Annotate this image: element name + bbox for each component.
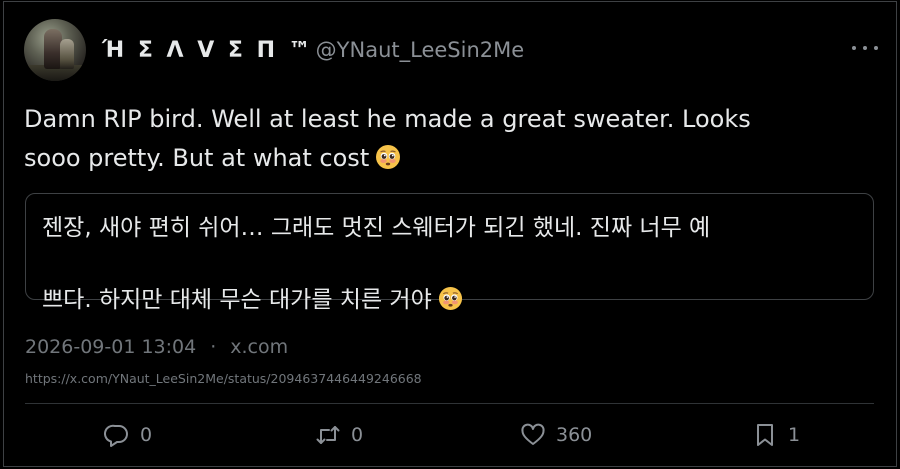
pleading-face-emoji bbox=[438, 247, 463, 323]
user-handle[interactable]: @YNaut_LeeSin2Me bbox=[316, 38, 525, 62]
more-dot bbox=[852, 46, 856, 50]
reply-icon bbox=[104, 424, 128, 447]
avatar-figure-2 bbox=[60, 39, 74, 69]
tweet-text-line-2-wrap: sooo pretty. But at what cost bbox=[24, 139, 884, 182]
tweet-text-line-1: Damn RIP bird. Well at least he made a g… bbox=[24, 105, 751, 133]
tweet-source: x.com bbox=[230, 336, 289, 358]
reply-count: 0 bbox=[140, 424, 153, 446]
more-dot bbox=[874, 46, 878, 50]
retweet-button[interactable]: 0 bbox=[315, 422, 363, 448]
tweet-meta: 2026-09-01 13:04 · x.com bbox=[25, 336, 288, 358]
translation-content: 젠장, 새야 편히 쉬어… 그래도 멋진 스웨터가 되긴 했네. 진짜 너무 예… bbox=[42, 215, 711, 313]
divider bbox=[25, 403, 874, 404]
more-dot bbox=[863, 46, 867, 50]
bookmark-button[interactable]: 1 bbox=[752, 422, 800, 448]
tweet-text: Damn RIP bird. Well at least he made a g… bbox=[24, 100, 884, 182]
retweet-icon bbox=[316, 426, 340, 444]
translation-box: 젠장, 새야 편히 쉬어… 그래도 멋진 스웨터가 되긴 했네. 진짜 너무 예… bbox=[25, 193, 874, 313]
meta-separator: · bbox=[210, 336, 217, 358]
tweet-datetime[interactable]: 2026-09-01 13:04 bbox=[25, 336, 196, 358]
like-count: 360 bbox=[556, 424, 593, 446]
reply-button[interactable]: 0 bbox=[104, 422, 152, 448]
bookmark-icon bbox=[757, 424, 773, 446]
user-names: Ή Σ Λ V Σ П ™ @YNaut_LeeSin2Me bbox=[102, 38, 524, 63]
retweet-count: 0 bbox=[351, 424, 364, 446]
user-avatar[interactable] bbox=[24, 19, 86, 81]
like-button[interactable]: 360 bbox=[520, 422, 592, 448]
tweet-text-line-2: sooo pretty. But at what cost bbox=[24, 144, 370, 172]
bookmark-count: 1 bbox=[788, 424, 801, 446]
pleading-face-emoji bbox=[375, 143, 401, 182]
tweet-url[interactable]: https://x.com/YNaut_LeeSin2Me/status/209… bbox=[25, 371, 422, 386]
translation-text: 젠장, 새야 편히 쉬어… 그래도 멋진 스웨터가 되긴 했네. 진짜 너무 예… bbox=[42, 209, 862, 323]
display-name[interactable]: Ή Σ Λ V Σ П ™ bbox=[102, 38, 314, 63]
more-options-icon[interactable] bbox=[852, 42, 878, 54]
heart-icon bbox=[521, 423, 545, 445]
tweet-header: Ή Σ Λ V Σ П ™ @YNaut_LeeSin2Me bbox=[24, 19, 524, 81]
